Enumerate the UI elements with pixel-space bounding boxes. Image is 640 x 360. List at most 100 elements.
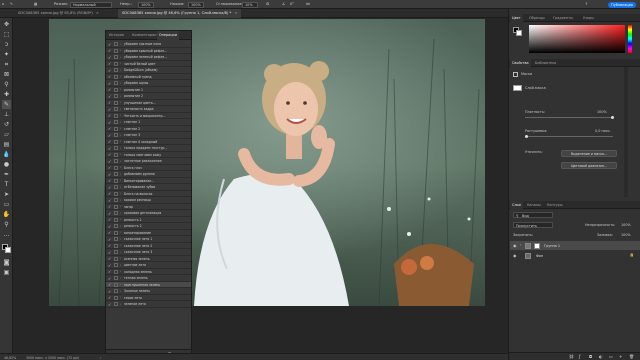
action-row[interactable]: ✓ › зеленое лето [106,301,191,308]
tab-properties[interactable]: Свойства [510,59,531,67]
checkmark-icon[interactable]: ✓ [108,68,111,73]
dialog-toggle[interactable] [114,55,118,60]
tab-history[interactable]: История [107,31,126,40]
checkmark-icon[interactable]: ✓ [108,230,111,235]
dialog-toggle[interactable] [114,87,118,92]
tab-patterns[interactable]: Узоры [581,14,596,22]
density-slider[interactable] [525,116,614,119]
chevron-right-icon[interactable]: › [120,204,121,208]
checkmark-icon[interactable]: ✓ [108,256,111,261]
select-and-mask-button[interactable]: Выделение и маска... [561,150,617,157]
checkmark-icon[interactable]: ✓ [108,139,111,144]
dialog-toggle[interactable] [114,263,118,268]
blend-mode-select[interactable]: Пропустить [513,222,553,228]
dodge-tool-icon[interactable]: ● [2,160,11,169]
chevron-right-icon[interactable]: › [120,211,121,215]
chevron-right-icon[interactable]: › [120,165,121,169]
chevron-right-icon[interactable]: › [120,113,121,117]
checkmark-icon[interactable]: ✓ [108,81,111,86]
tab-document-1[interactable]: 0DC0A8365 копия.jpg @ 65,8% (RGB/8*) × [14,9,103,18]
chevron-right-icon[interactable]: › [120,133,121,137]
photoshop-home-icon[interactable]: ⌂ [2,2,4,6]
chevron-right-icon[interactable]: › [120,269,121,273]
dialog-toggle[interactable] [114,74,118,79]
tab-swatches[interactable]: Образцы [527,14,547,22]
symmetry-icon[interactable]: ⋈ [306,2,310,6]
checkmark-icon[interactable]: ✓ [108,204,111,209]
dialog-toggle[interactable] [114,81,118,86]
chevron-right-icon[interactable]: › [520,243,521,247]
checkmark-icon[interactable]: ✓ [108,302,111,307]
zoom-readout[interactable]: 46,62% [4,356,16,360]
dialog-toggle[interactable] [114,113,118,118]
gradient-tool-icon[interactable]: ▤ [2,140,11,149]
chevron-right-icon[interactable]: › [120,302,121,306]
type-tool-icon[interactable]: T [2,180,11,189]
healing-tool-icon[interactable]: ✚ [2,90,11,99]
dialog-toggle[interactable] [114,269,118,274]
angle-icon[interactable]: ∠ [282,2,285,6]
checkmark-icon[interactable]: ✓ [108,172,111,177]
dialog-toggle[interactable] [114,94,118,99]
layer-row-background[interactable]: ◉ Фон 🔒 [510,251,640,260]
chevron-right-icon[interactable]: › [120,178,121,182]
quick-mask-icon[interactable]: ◙ [2,258,11,267]
lasso-tool-icon[interactable]: ↄ [2,40,11,49]
chevron-right-icon[interactable]: › [120,126,121,130]
close-icon[interactable]: × [96,11,99,15]
checkmark-icon[interactable]: ✓ [108,185,111,190]
dialog-toggle[interactable] [114,217,118,222]
density-slider-knob[interactable] [611,116,614,119]
checkmark-icon[interactable]: ✓ [108,42,111,47]
pen-tool-icon[interactable]: ✒ [2,170,11,179]
checkmark-icon[interactable]: ✓ [108,198,111,203]
dialog-toggle[interactable] [114,198,118,203]
eraser-tool-icon[interactable]: ▱ [2,130,11,139]
chevron-right-icon[interactable]: › [120,81,121,85]
crop-tool-icon[interactable]: ⌗ [2,60,11,69]
checkmark-icon[interactable]: ✓ [108,289,111,294]
tab-libraries[interactable]: Библиотеки [533,59,558,67]
dialog-toggle[interactable] [114,68,118,73]
checkmark-icon[interactable]: ✓ [108,269,111,274]
dialog-toggle[interactable] [114,100,118,105]
checkmark-icon[interactable]: ✓ [108,224,111,229]
dialog-toggle[interactable] [114,243,118,248]
dialog-toggle[interactable] [114,295,118,300]
checkmark-icon[interactable]: ✓ [108,74,111,79]
adjustment-icon[interactable]: ◐ [599,354,603,359]
dialog-toggle[interactable] [114,159,118,164]
more-tools-icon[interactable]: … [2,230,11,239]
chevron-right-icon[interactable]: › [120,237,121,241]
fx-icon[interactable]: ƒ [579,354,580,359]
chevron-right-icon[interactable]: › [120,74,121,78]
quick-select-tool-icon[interactable]: ✦ [2,50,11,59]
chevron-right-icon[interactable]: › [120,250,121,254]
layer-opacity-value[interactable]: 100% [621,223,631,227]
dialog-toggle[interactable] [114,165,118,170]
dialog-toggle[interactable] [114,230,118,235]
chevron-right-icon[interactable]: › [120,146,121,150]
fill-value[interactable]: 100% [621,233,631,237]
chevron-right-icon[interactable]: › [120,217,121,221]
chevron-right-icon[interactable]: › [120,198,121,202]
checkmark-icon[interactable]: ✓ [108,237,111,242]
checkmark-icon[interactable]: ✓ [108,100,111,105]
move-tool-icon[interactable]: ✥ [2,20,11,29]
checkmark-icon[interactable]: ✓ [108,250,111,255]
tab-document-2[interactable]: 0DC0A8365 копия.jpg @ 46,6% (Группа 1, С… [118,9,242,18]
tab-color[interactable]: Цвет [510,14,523,22]
chevron-right-icon[interactable]: › [120,243,121,247]
path-select-tool-icon[interactable]: ➤ [2,190,11,199]
checkmark-icon[interactable]: ✓ [108,152,111,157]
chevron-right-icon[interactable]: › [120,68,121,72]
checkmark-icon[interactable]: ✓ [108,211,111,216]
dialog-toggle[interactable] [114,289,118,294]
dialog-toggle[interactable] [114,256,118,261]
checkmark-icon[interactable]: ✓ [108,165,111,170]
shape-tool-icon[interactable]: ▭ [2,200,11,209]
dialog-toggle[interactable] [114,185,118,190]
chevron-right-icon[interactable]: › [120,55,121,59]
chevron-right-icon[interactable]: › [120,282,121,286]
layer-kind-filter[interactable]: ⚲ Вид [513,212,553,218]
